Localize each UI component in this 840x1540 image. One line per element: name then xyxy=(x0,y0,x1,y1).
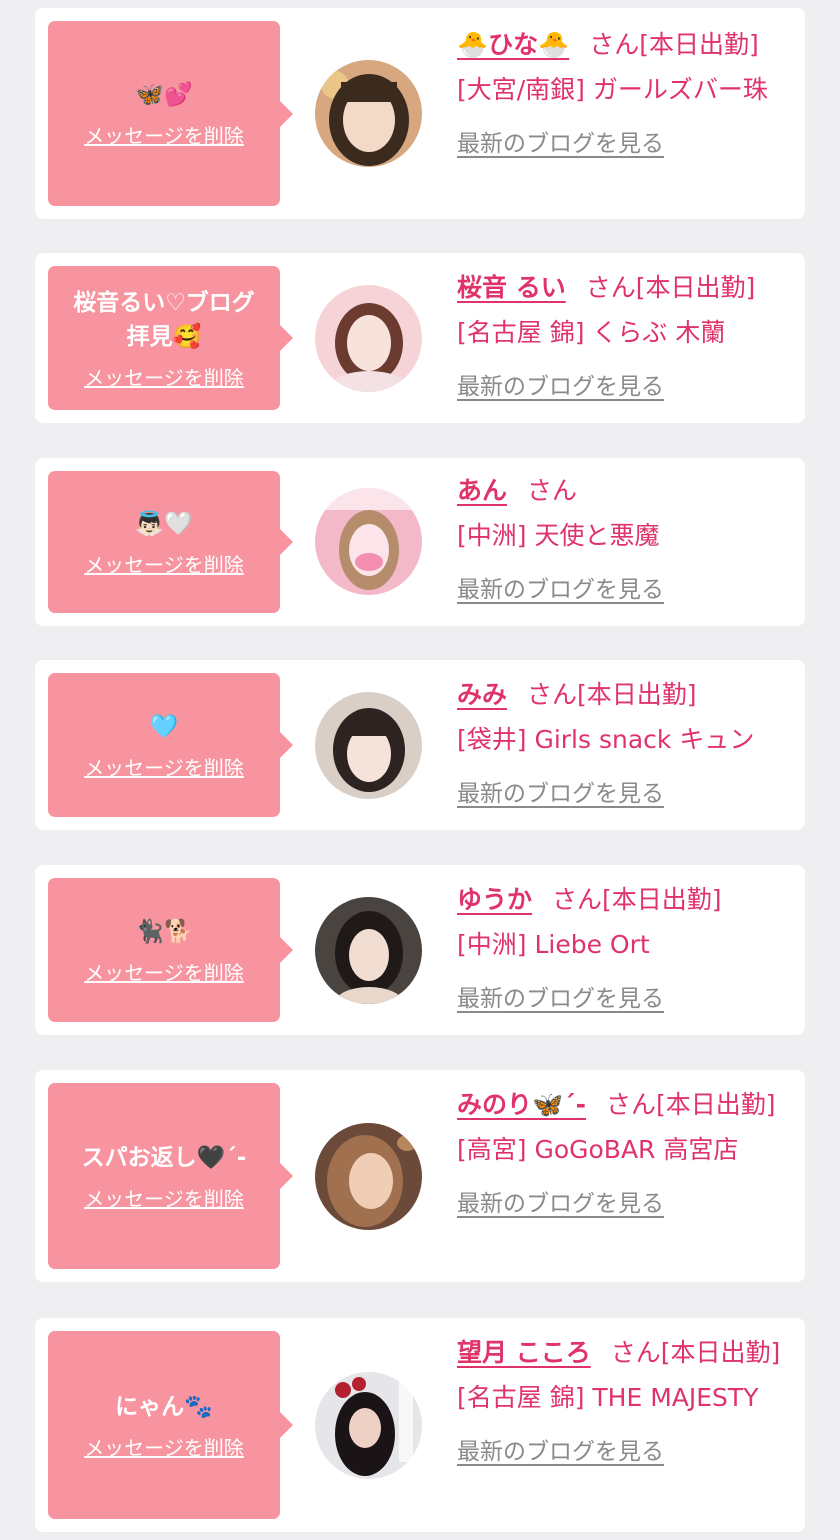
cast-info: 桜音 るい さん[本日出勤] [名古屋 錦] くらぶ 木蘭 最新のブログを見る xyxy=(457,265,793,410)
message-text: 桜音るい♡ブログ拝見🥰 xyxy=(73,289,255,350)
shop-info: [名古屋 錦] くらぶ 木蘭 xyxy=(457,318,726,347)
san-label: さん xyxy=(527,680,578,709)
latest-blog-link[interactable]: 最新のブログを見る xyxy=(457,568,664,613)
latest-blog-link[interactable]: 最新のブログを見る xyxy=(457,365,664,410)
shop-info: [袋井] Girls snack キュン xyxy=(457,725,755,754)
delete-message-link[interactable]: メッセージを削除 xyxy=(84,1432,244,1461)
delete-message-link[interactable]: メッセージを削除 xyxy=(84,362,244,391)
delete-message-link[interactable]: メッセージを削除 xyxy=(84,549,244,578)
san-label: さん xyxy=(527,476,578,505)
message-text: 🐈‍⬛🐕 xyxy=(135,918,193,945)
avatar[interactable] xyxy=(315,285,422,392)
list-item: 🐈‍⬛🐕 メッセージを削除 ゆうか さん[本日出勤] [中洲] Liebe Ort… xyxy=(35,865,805,1035)
cast-info: みみ さん[本日出勤] [袋井] Girls snack キュン 最新のブログを見… xyxy=(457,672,793,817)
shop-info: [名古屋 錦] THE MAJESTY xyxy=(457,1383,759,1412)
cast-info: 🐣ひな🐣 さん[本日出勤] [大宮/南銀] ガールズバー珠 最新のブログを見る xyxy=(457,22,793,167)
latest-blog-link[interactable]: 最新のブログを見る xyxy=(457,977,664,1022)
message-text: 🦋💕 xyxy=(135,82,193,108)
latest-blog-link[interactable]: 最新のブログを見る xyxy=(457,122,664,167)
avatar[interactable] xyxy=(315,60,422,167)
message-bubble: 🩵 メッセージを削除 xyxy=(48,673,293,817)
san-label: さん xyxy=(552,885,603,914)
delete-message-link[interactable]: メッセージを削除 xyxy=(84,752,244,781)
list-item: スパお返し🖤´- メッセージを削除 みのり🦋´- さん[本日出勤] [高宮] Go… xyxy=(35,1070,805,1282)
delete-message-link[interactable]: メッセージを削除 xyxy=(84,120,244,149)
working-badge: [本日出勤] xyxy=(639,30,759,59)
cast-name-link[interactable]: 🐣ひな🐣 xyxy=(457,30,569,59)
cast-info: あん さん [中洲] 天使と悪魔 最新のブログを見る xyxy=(457,468,793,613)
message-text: スパお返し🖤´- xyxy=(81,1144,247,1171)
message-bubble: スパお返し🖤´- メッセージを削除 xyxy=(48,1083,293,1269)
message-bubble: 🐈‍⬛🐕 メッセージを削除 xyxy=(48,878,293,1022)
cast-info: 望月 こころ さん[本日出勤] [名古屋 錦] THE MAJESTY 最新のブロ… xyxy=(457,1330,793,1475)
cast-name-link[interactable]: 望月 こころ xyxy=(457,1338,591,1367)
cast-info: ゆうか さん[本日出勤] [中洲] Liebe Ort 最新のブログを見る xyxy=(457,877,793,1022)
avatar[interactable] xyxy=(315,897,422,1004)
latest-blog-link[interactable]: 最新のブログを見る xyxy=(457,1182,664,1227)
cast-name-link[interactable]: ゆうか xyxy=(457,885,532,914)
message-bubble: にゃん🐾 メッセージを削除 xyxy=(48,1331,293,1519)
list-item: 🩵 メッセージを削除 みみ さん[本日出勤] [袋井] Girls snack キ… xyxy=(35,660,805,830)
san-label: さん xyxy=(606,1090,657,1119)
latest-blog-link[interactable]: 最新のブログを見る xyxy=(457,1430,664,1475)
shop-info: [中洲] 天使と悪魔 xyxy=(457,521,660,550)
avatar[interactable] xyxy=(315,1372,422,1479)
cast-info: みのり🦋´- さん[本日出勤] [高宮] GoGoBAR 高宮店 最新のブログを見… xyxy=(457,1082,793,1227)
list-item: 🦋💕 メッセージを削除 🐣ひな🐣 さん[本日出勤] [大宮/南銀] ガールズバー珠… xyxy=(35,8,805,219)
shop-info: [中洲] Liebe Ort xyxy=(457,930,650,959)
avatar[interactable] xyxy=(315,692,422,799)
cast-name-link[interactable]: 桜音 るい xyxy=(457,273,566,302)
delete-message-link[interactable]: メッセージを削除 xyxy=(84,957,244,986)
message-bubble: 👼🏻🤍 メッセージを削除 xyxy=(48,471,293,613)
list-item: 👼🏻🤍 メッセージを削除 あん さん [中洲] 天使と悪魔 最新のブログを見る xyxy=(35,458,805,626)
message-bubble: 🦋💕 メッセージを削除 xyxy=(48,21,293,206)
favorites-message-list: 🦋💕 メッセージを削除 🐣ひな🐣 さん[本日出勤] [大宮/南銀] ガールズバー珠… xyxy=(0,0,840,1540)
list-item: にゃん🐾 メッセージを削除 望月 こころ さん[本日出勤] [名古屋 錦] THE… xyxy=(35,1318,805,1532)
message-text: 👼🏻🤍 xyxy=(135,510,193,537)
san-label: さん xyxy=(585,273,636,302)
shop-info: [大宮/南銀] ガールズバー珠 xyxy=(457,75,768,104)
working-badge: [本日出勤] xyxy=(660,1338,781,1367)
latest-blog-link[interactable]: 最新のブログを見る xyxy=(457,772,664,817)
san-label: さん xyxy=(610,1338,661,1367)
avatar[interactable] xyxy=(315,488,422,595)
delete-message-link[interactable]: メッセージを削除 xyxy=(84,1183,244,1212)
message-text: 🩵 xyxy=(149,713,179,740)
message-text: にゃん🐾 xyxy=(115,1393,213,1420)
cast-name-link[interactable]: みのり🦋´- xyxy=(457,1090,586,1119)
cast-name-link[interactable]: みみ xyxy=(457,680,507,709)
list-item: 桜音るい♡ブログ拝見🥰 メッセージを削除 桜音 るい さん[本日出勤] [名古屋 … xyxy=(35,253,805,423)
cast-name-link[interactable]: あん xyxy=(457,476,507,505)
working-badge: [本日出勤] xyxy=(635,273,756,302)
san-label: さん xyxy=(589,30,640,59)
avatar[interactable] xyxy=(315,1123,422,1230)
shop-info: [高宮] GoGoBAR 高宮店 xyxy=(457,1135,739,1164)
working-badge: [本日出勤] xyxy=(656,1090,776,1119)
message-bubble: 桜音るい♡ブログ拝見🥰 メッセージを削除 xyxy=(48,266,293,410)
working-badge: [本日出勤] xyxy=(577,680,697,709)
working-badge: [本日出勤] xyxy=(602,885,722,914)
